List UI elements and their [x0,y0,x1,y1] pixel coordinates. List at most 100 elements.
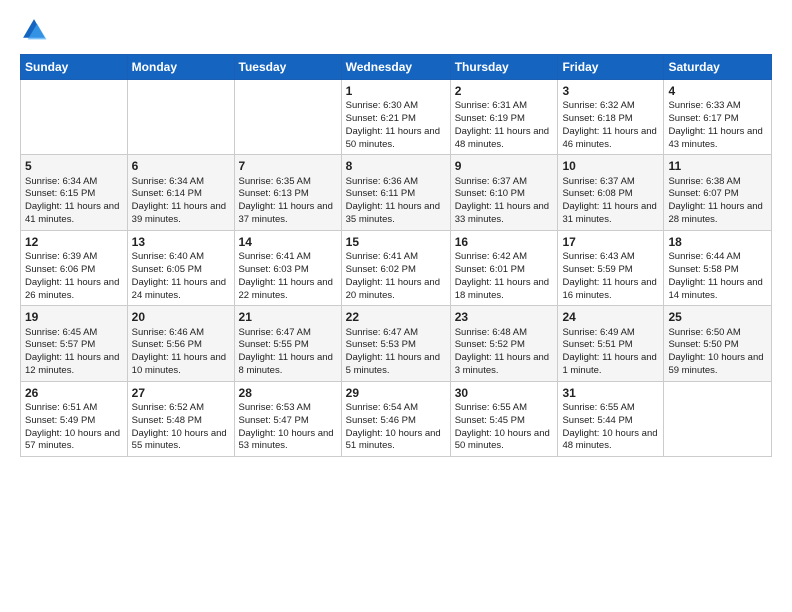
day-info: Daylight: 11 hours and 10 minutes. [132,352,230,378]
day-info: Sunrise: 6:54 AM [346,402,446,415]
day-info: Daylight: 11 hours and 3 minutes. [455,352,554,378]
calendar-cell: 7Sunrise: 6:35 AMSunset: 6:13 PMDaylight… [234,155,341,230]
day-number: 23 [455,309,554,325]
day-number: 25 [668,309,767,325]
day-info: Sunset: 5:47 PM [239,415,337,428]
day-info: Sunrise: 6:37 AM [562,176,659,189]
calendar-header-row: SundayMondayTuesdayWednesdayThursdayFrid… [21,55,772,80]
day-number: 2 [455,83,554,99]
day-info: Sunrise: 6:37 AM [455,176,554,189]
day-info: Sunset: 5:49 PM [25,415,123,428]
day-info: Sunrise: 6:36 AM [346,176,446,189]
calendar-cell: 10Sunrise: 6:37 AMSunset: 6:08 PMDayligh… [558,155,664,230]
calendar: SundayMondayTuesdayWednesdayThursdayFrid… [20,54,772,457]
calendar-cell [664,381,772,456]
day-info: Sunrise: 6:41 AM [346,251,446,264]
day-info: Daylight: 10 hours and 57 minutes. [25,428,123,454]
calendar-header-saturday: Saturday [664,55,772,80]
day-info: Sunrise: 6:32 AM [562,100,659,113]
day-info: Daylight: 11 hours and 37 minutes. [239,201,337,227]
calendar-cell [21,80,128,155]
day-info: Sunrise: 6:34 AM [25,176,123,189]
day-info: Sunset: 5:52 PM [455,339,554,352]
calendar-week-4: 19Sunrise: 6:45 AMSunset: 5:57 PMDayligh… [21,306,772,381]
day-info: Sunset: 5:57 PM [25,339,123,352]
calendar-week-2: 5Sunrise: 6:34 AMSunset: 6:15 PMDaylight… [21,155,772,230]
calendar-cell: 19Sunrise: 6:45 AMSunset: 5:57 PMDayligh… [21,306,128,381]
calendar-header-tuesday: Tuesday [234,55,341,80]
day-info: Sunrise: 6:35 AM [239,176,337,189]
day-number: 16 [455,234,554,250]
day-info: Daylight: 11 hours and 1 minute. [562,352,659,378]
calendar-cell: 17Sunrise: 6:43 AMSunset: 5:59 PMDayligh… [558,230,664,305]
day-info: Daylight: 11 hours and 24 minutes. [132,277,230,303]
day-info: Sunset: 6:07 PM [668,188,767,201]
calendar-header-friday: Friday [558,55,664,80]
day-info: Sunrise: 6:55 AM [562,402,659,415]
day-info: Daylight: 11 hours and 39 minutes. [132,201,230,227]
day-info: Sunset: 5:55 PM [239,339,337,352]
day-number: 14 [239,234,337,250]
calendar-cell: 15Sunrise: 6:41 AMSunset: 6:02 PMDayligh… [341,230,450,305]
calendar-cell: 30Sunrise: 6:55 AMSunset: 5:45 PMDayligh… [450,381,558,456]
day-info: Sunrise: 6:55 AM [455,402,554,415]
day-info: Sunrise: 6:34 AM [132,176,230,189]
day-info: Sunset: 6:15 PM [25,188,123,201]
day-info: Sunset: 6:18 PM [562,113,659,126]
calendar-cell: 25Sunrise: 6:50 AMSunset: 5:50 PMDayligh… [664,306,772,381]
day-info: Daylight: 10 hours and 48 minutes. [562,428,659,454]
day-info: Daylight: 10 hours and 53 minutes. [239,428,337,454]
day-number: 30 [455,385,554,401]
day-number: 22 [346,309,446,325]
day-info: Sunrise: 6:50 AM [668,327,767,340]
calendar-cell: 24Sunrise: 6:49 AMSunset: 5:51 PMDayligh… [558,306,664,381]
day-number: 11 [668,158,767,174]
day-info: Sunrise: 6:33 AM [668,100,767,113]
day-number: 27 [132,385,230,401]
day-info: Daylight: 11 hours and 20 minutes. [346,277,446,303]
calendar-header-monday: Monday [127,55,234,80]
day-number: 19 [25,309,123,325]
calendar-cell: 11Sunrise: 6:38 AMSunset: 6:07 PMDayligh… [664,155,772,230]
day-info: Sunrise: 6:43 AM [562,251,659,264]
calendar-week-1: 1Sunrise: 6:30 AMSunset: 6:21 PMDaylight… [21,80,772,155]
day-number: 26 [25,385,123,401]
day-info: Daylight: 11 hours and 41 minutes. [25,201,123,227]
day-info: Sunrise: 6:42 AM [455,251,554,264]
header [20,16,772,44]
day-info: Sunset: 6:21 PM [346,113,446,126]
day-info: Sunset: 6:17 PM [668,113,767,126]
day-info: Sunrise: 6:47 AM [239,327,337,340]
day-info: Sunset: 6:08 PM [562,188,659,201]
day-number: 8 [346,158,446,174]
day-info: Sunrise: 6:48 AM [455,327,554,340]
calendar-cell: 31Sunrise: 6:55 AMSunset: 5:44 PMDayligh… [558,381,664,456]
calendar-cell: 2Sunrise: 6:31 AMSunset: 6:19 PMDaylight… [450,80,558,155]
day-number: 6 [132,158,230,174]
day-info: Daylight: 10 hours and 50 minutes. [455,428,554,454]
day-number: 13 [132,234,230,250]
day-info: Daylight: 11 hours and 28 minutes. [668,201,767,227]
day-number: 17 [562,234,659,250]
day-info: Daylight: 11 hours and 46 minutes. [562,126,659,152]
day-info: Daylight: 10 hours and 59 minutes. [668,352,767,378]
calendar-cell: 14Sunrise: 6:41 AMSunset: 6:03 PMDayligh… [234,230,341,305]
calendar-cell: 26Sunrise: 6:51 AMSunset: 5:49 PMDayligh… [21,381,128,456]
calendar-cell: 22Sunrise: 6:47 AMSunset: 5:53 PMDayligh… [341,306,450,381]
day-info: Sunrise: 6:51 AM [25,402,123,415]
day-number: 12 [25,234,123,250]
day-info: Daylight: 11 hours and 14 minutes. [668,277,767,303]
day-info: Sunrise: 6:44 AM [668,251,767,264]
calendar-cell: 6Sunrise: 6:34 AMSunset: 6:14 PMDaylight… [127,155,234,230]
calendar-cell: 23 Sunrise: 6:48 AMSunset: 5:52 PMDayligh… [450,306,558,381]
day-number: 5 [25,158,123,174]
day-number: 28 [239,385,337,401]
calendar-cell: 8Sunrise: 6:36 AMSunset: 6:11 PMDaylight… [341,155,450,230]
day-info: Sunset: 6:06 PM [25,264,123,277]
logo [20,16,50,44]
calendar-header-sunday: Sunday [21,55,128,80]
day-number: 21 [239,309,337,325]
day-info: Sunset: 5:59 PM [562,264,659,277]
page: SundayMondayTuesdayWednesdayThursdayFrid… [0,0,792,612]
day-info: Sunrise: 6:30 AM [346,100,446,113]
